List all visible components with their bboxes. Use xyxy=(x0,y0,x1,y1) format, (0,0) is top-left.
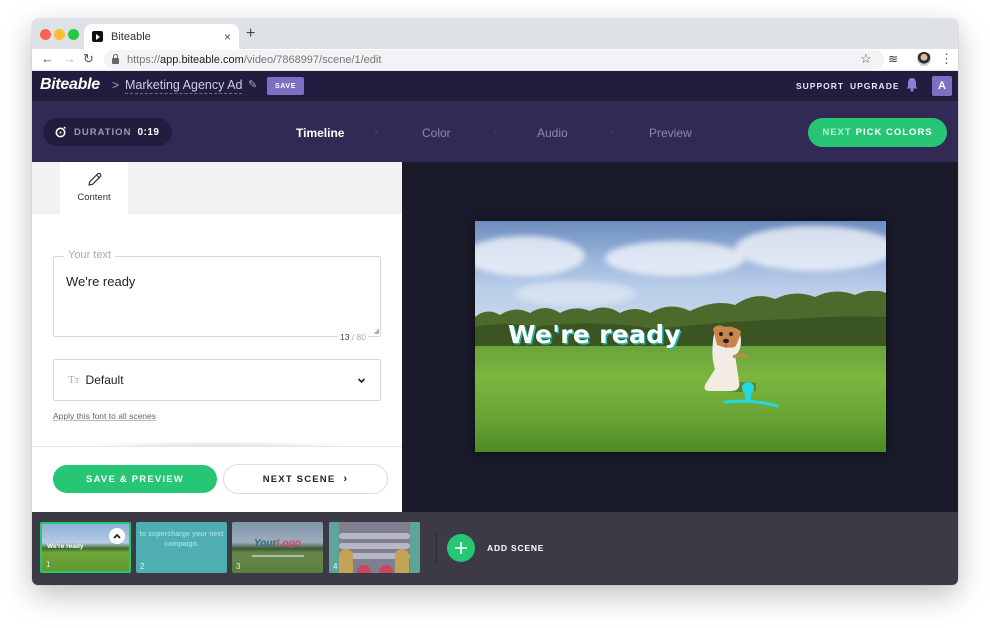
step-audio[interactable]: Audio xyxy=(537,126,568,140)
video-preview-area: We're ready xyxy=(402,162,958,512)
add-scene-label[interactable]: ADD SCENE xyxy=(487,543,544,553)
notification-bell-icon[interactable] xyxy=(905,77,919,92)
scene-text-input[interactable]: We're ready xyxy=(66,274,135,289)
duration-value: 0:19 xyxy=(137,126,160,138)
breadcrumb-separator: > xyxy=(112,78,120,92)
scene-2-caption: to supercharge your next campaign. xyxy=(139,531,224,548)
scene-number: 1 xyxy=(46,560,51,569)
duration-badge: DURATION 0:19 xyxy=(43,118,172,146)
scene-number: 4 xyxy=(333,562,338,571)
scene-timeline-strip: We're ready 1 to supercharge your next c… xyxy=(32,512,958,585)
stopwatch-icon xyxy=(55,126,66,138)
browser-toolbar: ← → ↻ https://app.biteable.com/video/786… xyxy=(32,49,958,71)
steps-bar: DURATION 0:19 Timeline › Color › Audio ›… xyxy=(32,101,958,162)
next-label: PICK COLORS xyxy=(855,127,933,138)
panel-divider xyxy=(32,441,402,447)
char-counter: 13 / 80 xyxy=(337,332,368,342)
address-bar[interactable]: https://app.biteable.com/video/7868997/s… xyxy=(104,50,884,69)
cyan-ornament-graphic xyxy=(723,382,779,408)
add-scene-button[interactable] xyxy=(447,534,475,562)
forward-arrow-icon[interactable]: → xyxy=(63,51,76,66)
tab-content-label: Content xyxy=(77,192,111,203)
scene-4-graphic xyxy=(395,549,409,573)
scene-text-field[interactable]: Your text We're ready 13 / 80 ◢ xyxy=(53,249,381,342)
grass-field xyxy=(475,346,886,452)
bookmark-star-icon[interactable]: ☆ xyxy=(860,51,872,67)
step-color[interactable]: Color xyxy=(422,126,451,140)
edit-name-pencil-icon[interactable]: ✎ xyxy=(248,78,257,91)
next-scene-button[interactable]: NEXT SCENE › xyxy=(223,464,388,494)
video-preview-frame[interactable]: We're ready xyxy=(475,221,886,452)
biteable-logo[interactable]: Biteable xyxy=(40,76,100,94)
scene-4-graphic xyxy=(339,543,410,549)
scene-thumbnail-4[interactable]: 4 xyxy=(329,522,420,573)
scene-3-tagline xyxy=(252,555,304,557)
scene-1-caption: We're ready xyxy=(47,543,84,550)
font-select-value: Default xyxy=(85,373,124,387)
chevron-right-icon: › xyxy=(343,473,349,485)
scene-thumbnail-3[interactable]: YourLogo 3 xyxy=(232,522,323,573)
support-link[interactable]: SUPPORT xyxy=(796,81,844,91)
duration-label: DURATION xyxy=(74,126,132,138)
close-window-button[interactable] xyxy=(40,29,51,40)
scene-4-graphic xyxy=(339,549,353,573)
next-pick-colors-button[interactable]: NEXT PICK COLORS xyxy=(808,118,947,147)
step-timeline[interactable]: Timeline xyxy=(296,126,344,140)
browser-tab[interactable]: Biteable × xyxy=(84,24,239,49)
scene-3-logo: YourLogo xyxy=(254,538,301,549)
url-text: https://app.biteable.com/video/7868997/s… xyxy=(127,53,382,66)
biteable-favicon-icon xyxy=(92,31,103,42)
scene-number: 2 xyxy=(140,562,145,571)
browser-window: Biteable × + ← → ↻ https://app.biteable.… xyxy=(32,19,958,585)
strip-divider xyxy=(436,531,437,564)
apply-font-all-scenes-link[interactable]: Apply this font to all scenes xyxy=(53,411,156,421)
tab-title: Biteable xyxy=(111,30,151,43)
minimize-window-button[interactable] xyxy=(54,29,65,40)
save-and-preview-button[interactable]: SAVE & PREVIEW xyxy=(53,465,217,493)
save-button[interactable]: SAVE xyxy=(267,77,304,95)
browser-menu-icon[interactable]: ⋮ xyxy=(940,51,953,67)
text-font-icon: Tт xyxy=(68,374,80,386)
chevron-down-icon xyxy=(357,377,366,383)
scene-number: 3 xyxy=(236,562,241,571)
scene-editor-panel: Content Your text We're ready 13 / 80 ◢ … xyxy=(32,162,402,512)
new-tab-button[interactable]: + xyxy=(246,25,255,43)
scene-4-graphic xyxy=(339,533,410,539)
app-header: Biteable > Marketing Agency Ad ✎ SAVE SU… xyxy=(32,71,958,101)
browser-tabstrip: Biteable × + xyxy=(32,19,958,49)
step-chevron-icon: › xyxy=(493,124,498,139)
back-arrow-icon[interactable]: ← xyxy=(41,51,54,66)
project-name-input[interactable]: Marketing Agency Ad xyxy=(125,78,243,94)
upgrade-link[interactable]: UPGRADE xyxy=(850,81,900,91)
video-headline-text: We're ready xyxy=(508,320,681,349)
text-field-label: Your text xyxy=(64,249,116,261)
step-chevron-icon: › xyxy=(374,124,379,139)
editor-tabs: Content xyxy=(32,162,402,214)
lock-icon xyxy=(112,54,119,64)
plus-icon xyxy=(455,542,467,554)
scene-4-graphic xyxy=(410,522,420,573)
scene-thumbnail-2[interactable]: to supercharge your next campaign. 2 xyxy=(136,522,227,573)
scene-4-graphic xyxy=(357,565,371,573)
maximize-window-button[interactable] xyxy=(68,29,79,40)
profile-avatar[interactable] xyxy=(917,52,931,66)
scene-4-graphic xyxy=(379,565,393,573)
tab-content[interactable]: Content xyxy=(60,162,128,214)
font-select[interactable]: Tт Default xyxy=(53,359,381,401)
close-tab-icon[interactable]: × xyxy=(224,30,231,44)
collapse-chevron-up-icon[interactable] xyxy=(109,528,125,544)
step-preview[interactable]: Preview xyxy=(649,126,692,140)
resize-handle-icon[interactable]: ◢ xyxy=(374,327,379,335)
step-chevron-icon: › xyxy=(610,124,615,139)
next-scene-label: NEXT SCENE xyxy=(262,473,336,485)
extension-layers-icon[interactable]: ≋ xyxy=(888,52,898,66)
scene-thumbnail-1[interactable]: We're ready 1 xyxy=(40,522,131,573)
pencil-icon xyxy=(87,172,101,186)
next-prefix: NEXT xyxy=(822,127,852,138)
reload-icon[interactable]: ↻ xyxy=(83,51,94,67)
user-avatar-button[interactable]: A xyxy=(932,76,952,96)
